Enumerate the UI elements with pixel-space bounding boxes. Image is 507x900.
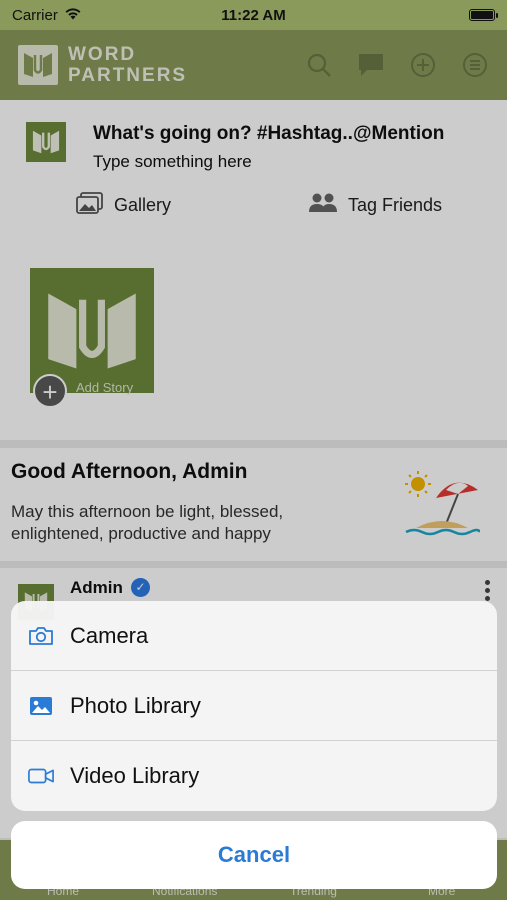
- camera-option[interactable]: Camera: [11, 601, 497, 671]
- status-left: Carrier: [12, 7, 82, 24]
- camera-icon: [28, 625, 54, 647]
- camera-option-label: Camera: [70, 622, 149, 648]
- video-library-option[interactable]: Video Library: [11, 741, 497, 811]
- photo-library-option[interactable]: Photo Library: [11, 671, 497, 741]
- photo-library-option-label: Photo Library: [70, 692, 201, 718]
- battery-icon: [469, 9, 498, 21]
- status-time: 11:22 AM: [221, 6, 286, 24]
- cancel-button[interactable]: Cancel: [11, 821, 497, 889]
- wifi-icon: [64, 7, 82, 24]
- video-library-option-label: Video Library: [70, 763, 200, 788]
- status-bar: Carrier 11:22 AM: [0, 0, 507, 30]
- carrier-label: Carrier: [12, 6, 58, 24]
- photo-icon: [28, 695, 54, 717]
- video-icon: [28, 765, 54, 787]
- media-action-sheet: Camera Photo Library Video Library: [11, 601, 497, 811]
